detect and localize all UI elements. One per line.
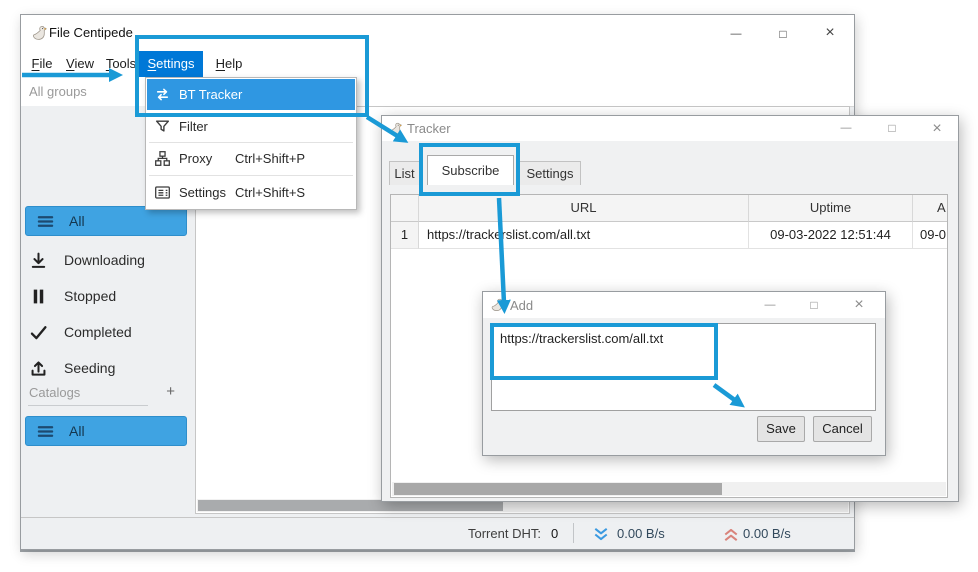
check-icon bbox=[29, 323, 48, 342]
tracker-url-input[interactable]: https://trackerslist.com/all.txt bbox=[491, 323, 876, 411]
menu-bar: File View Tools Settings Help bbox=[21, 51, 854, 77]
menu-shortcut: Ctrl+Shift+P bbox=[235, 151, 305, 166]
save-button[interactable]: Save bbox=[757, 416, 805, 442]
sidebar-item-downloading[interactable]: Downloading bbox=[29, 247, 189, 273]
pause-icon bbox=[29, 287, 48, 306]
status-bar: Torrent DHT: 0 0.00 B/s 0.00 B/s bbox=[21, 517, 854, 549]
download-speed-icon bbox=[593, 527, 609, 542]
maximize-icon[interactable]: □ bbox=[796, 292, 832, 318]
torrent-dht-label: Torrent DHT: bbox=[468, 526, 541, 541]
sidebar-item-label: Completed bbox=[64, 324, 132, 340]
menu-separator bbox=[149, 175, 353, 176]
column-header-uptime[interactable]: Uptime bbox=[749, 195, 913, 222]
hamburger-icon bbox=[36, 422, 55, 441]
add-catalog-button[interactable]: + bbox=[166, 383, 175, 400]
menu-item-bt-tracker[interactable]: BT Tracker bbox=[147, 79, 355, 110]
main-window-title: File Centipede bbox=[49, 25, 133, 40]
table-row-number: 1 bbox=[391, 222, 419, 249]
group-filter-label[interactable]: All groups bbox=[29, 84, 87, 99]
sidebar-item-all[interactable]: All bbox=[25, 206, 187, 236]
table-cell-url[interactable]: https://trackerslist.com/all.txt bbox=[419, 222, 749, 249]
download-icon bbox=[29, 251, 48, 270]
tab-settings[interactable]: Settings bbox=[519, 161, 581, 185]
sidebar-item-completed[interactable]: Completed bbox=[29, 319, 189, 345]
cancel-button[interactable]: Cancel bbox=[813, 416, 872, 442]
menu-view[interactable]: View bbox=[61, 51, 99, 77]
catalogs-label: Catalogs bbox=[29, 385, 80, 400]
sidebar-item-label: Downloading bbox=[64, 252, 145, 268]
column-header-url[interactable]: URL bbox=[419, 195, 749, 222]
sidebar-item-label: All bbox=[69, 213, 85, 229]
menu-item-settings[interactable]: Settings Ctrl+Shift+S bbox=[147, 177, 355, 208]
menu-help[interactable]: Help bbox=[209, 51, 249, 77]
app-logo-duck-icon bbox=[388, 121, 403, 137]
tab-list[interactable]: List bbox=[389, 161, 420, 185]
add-dialog-title: Add bbox=[510, 298, 533, 313]
sidebar-item-stopped[interactable]: Stopped bbox=[29, 283, 189, 309]
add-dialog-titlebar[interactable]: Add — □ × bbox=[483, 292, 885, 318]
hamburger-icon bbox=[36, 212, 55, 231]
table-cell-clipped[interactable]: 09-0 bbox=[913, 222, 948, 249]
minimize-icon[interactable]: — bbox=[752, 292, 788, 318]
tracker-titlebar[interactable]: Tracker — □ × bbox=[382, 116, 958, 141]
catalog-item-label: All bbox=[69, 423, 85, 439]
main-titlebar[interactable]: File Centipede — □ × bbox=[21, 15, 854, 51]
menu-item-filter[interactable]: Filter bbox=[147, 111, 355, 142]
table-cell-uptime[interactable]: 09-03-2022 12:51:44 bbox=[749, 222, 913, 249]
settings-form-icon bbox=[154, 184, 171, 201]
column-header-rownum[interactable] bbox=[391, 195, 419, 222]
close-icon[interactable]: × bbox=[841, 291, 877, 319]
proxy-network-icon bbox=[154, 150, 171, 167]
minimize-icon[interactable]: — bbox=[828, 116, 864, 141]
screenshot-canvas: File Centipede — □ × File View Tools Set… bbox=[0, 0, 978, 572]
sidebar-item-label: Stopped bbox=[64, 288, 116, 304]
sidebar-item-label: Seeding bbox=[64, 360, 115, 376]
menu-item-proxy[interactable]: Proxy Ctrl+Shift+P bbox=[147, 143, 355, 174]
upload-icon bbox=[29, 359, 48, 378]
scrollbar-thumb[interactable] bbox=[394, 483, 722, 495]
menu-shortcut: Ctrl+Shift+S bbox=[235, 185, 305, 200]
close-icon[interactable]: × bbox=[812, 19, 848, 47]
tracker-window-title: Tracker bbox=[407, 121, 451, 136]
catalogs-section: Catalogs + bbox=[29, 384, 187, 402]
divider bbox=[28, 405, 148, 406]
menu-settings-open[interactable]: Settings bbox=[139, 51, 203, 77]
horizontal-scrollbar[interactable] bbox=[392, 482, 946, 496]
maximize-icon[interactable]: □ bbox=[874, 116, 910, 141]
upload-speed-icon bbox=[723, 527, 739, 542]
add-dialog: Add — □ × https://trackerslist.com/all.t… bbox=[482, 291, 886, 456]
minimize-icon[interactable]: — bbox=[718, 21, 754, 47]
filter-icon bbox=[154, 118, 171, 135]
app-logo-duck-icon bbox=[31, 24, 48, 42]
tab-subscribe-active[interactable]: Subscribe bbox=[427, 155, 514, 185]
settings-dropdown-menu: BT Tracker Filter Proxy Ctrl+Shift+P Set… bbox=[145, 77, 357, 210]
app-logo-duck-icon bbox=[490, 297, 505, 313]
torrent-dht-value: 0 bbox=[551, 526, 558, 541]
tracker-swap-icon bbox=[154, 86, 171, 103]
close-icon[interactable]: × bbox=[919, 115, 955, 142]
column-header-clipped[interactable]: A bbox=[913, 195, 948, 222]
menu-tools[interactable]: Tools bbox=[101, 51, 141, 77]
maximize-icon[interactable]: □ bbox=[765, 21, 801, 47]
menu-file[interactable]: File bbox=[25, 51, 59, 77]
sidebar-item-seeding[interactable]: Seeding bbox=[29, 355, 189, 381]
catalog-item-all[interactable]: All bbox=[25, 416, 187, 446]
upload-speed-value: 0.00 B/s bbox=[743, 526, 791, 541]
status-separator bbox=[573, 523, 574, 543]
download-speed-value: 0.00 B/s bbox=[617, 526, 665, 541]
